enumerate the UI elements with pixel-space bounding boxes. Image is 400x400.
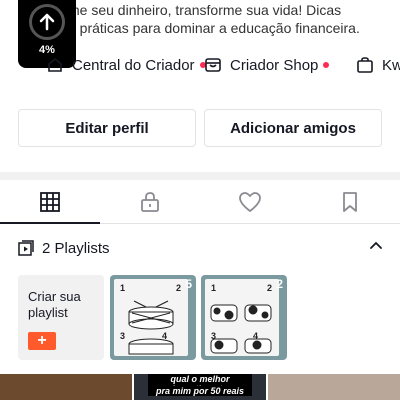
kwai-link[interactable]: Kw (356, 56, 400, 74)
playlist-icon (18, 240, 34, 256)
item-number: 3 (120, 331, 126, 341)
heart-icon (239, 192, 261, 213)
playlist-card[interactable]: 1 2 3 4 2 (201, 275, 287, 360)
central-do-criador-link[interactable]: Central do Criador (46, 56, 206, 74)
create-playlist-card[interactable]: Criar sua playlist + (18, 275, 104, 360)
creator-center-icon (46, 56, 64, 74)
chevron-up-icon[interactable] (368, 238, 384, 254)
add-playlist-button[interactable]: + (28, 332, 56, 350)
notification-dot (323, 62, 330, 68)
kwai-label: Kw (382, 56, 400, 74)
upload-progress-percent: 4% (39, 44, 55, 56)
item-number: 1 (211, 283, 217, 293)
central-do-criador-label: Central do Criador (72, 56, 195, 74)
bio-line-1: me seu dinheiro, transforme sua vida! Di… (68, 2, 342, 18)
tab-private[interactable] (100, 180, 200, 224)
video-grid: qual o melhor investimento pra mim por 5… (0, 374, 400, 400)
item-number: 4 (162, 331, 168, 341)
lock-icon (141, 192, 159, 212)
item-number: 2 (267, 283, 273, 293)
playlists-count-label: 2 Playlists (42, 239, 110, 257)
bookmark-icon (343, 192, 357, 212)
creator-links-row: Central do Criador Criador Shop Kw (0, 56, 400, 80)
video-thumbnail[interactable] (268, 374, 400, 400)
bag-icon (356, 56, 374, 74)
playlist-card[interactable]: 1 2 3 4 5 (110, 275, 196, 360)
grid-icon (40, 192, 60, 212)
criador-shop-link[interactable]: Criador Shop (204, 56, 330, 74)
video-thumbnail[interactable]: qual o melhor investimento pra mim por 5… (134, 374, 266, 400)
tab-liked[interactable] (200, 180, 300, 224)
item-number: 4 (253, 331, 259, 341)
arrow-up-icon (39, 13, 55, 31)
video-thumbnail[interactable] (0, 374, 132, 400)
bio-line-2: e práticas para dominar a educação finan… (68, 20, 360, 36)
edit-profile-button[interactable]: Editar perfil (18, 109, 196, 147)
profile-tabs (0, 180, 400, 224)
upload-progress-ring (29, 4, 65, 40)
item-number: 2 (176, 283, 182, 293)
playlists-header[interactable]: 2 Playlists (18, 236, 384, 260)
section-divider (0, 172, 400, 180)
video-caption-line-2: pra mim por 50 reais (148, 386, 252, 396)
create-playlist-label: Criar sua playlist (28, 289, 81, 320)
tab-videos[interactable] (0, 180, 100, 224)
criador-shop-label: Criador Shop (230, 56, 319, 74)
add-friends-button[interactable]: Adicionar amigos (204, 109, 382, 147)
shop-icon (204, 56, 222, 74)
item-number: 1 (120, 283, 126, 293)
active-tab-indicator (0, 222, 100, 224)
tab-saved[interactable] (300, 180, 400, 224)
playlist-video-count: 5 (185, 277, 192, 291)
item-number: 3 (211, 331, 217, 341)
playlist-video-count: 2 (276, 277, 283, 291)
